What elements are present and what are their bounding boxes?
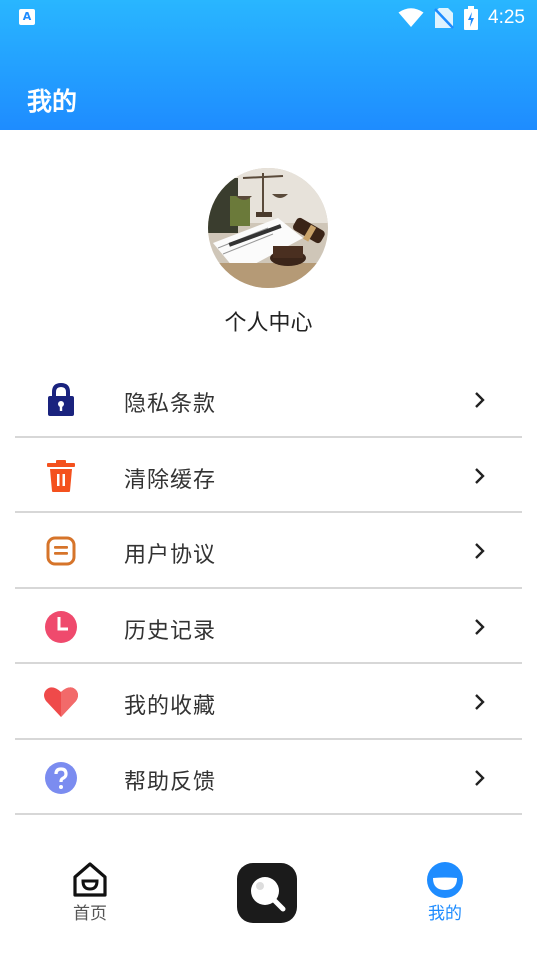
menu-item-label: 隐私条款 bbox=[124, 392, 217, 417]
status-bar: A 4:25 bbox=[0, 0, 537, 36]
menu-item-user-agreement[interactable]: 用户协议 bbox=[15, 513, 522, 589]
chevron-right-icon bbox=[475, 694, 485, 710]
chevron-right-icon bbox=[475, 392, 485, 408]
search-button[interactable] bbox=[237, 863, 297, 923]
page-title: 我的 bbox=[27, 87, 78, 116]
app-header: A 4:25 我的 bbox=[0, 0, 537, 130]
menu-item-label: 我的收藏 bbox=[124, 694, 217, 719]
lock-icon bbox=[48, 382, 74, 416]
wifi-icon bbox=[398, 8, 424, 27]
chevron-right-icon bbox=[475, 543, 485, 559]
bottom-tab-bar: 首页 我的 bbox=[0, 845, 537, 954]
tab-mine-label: 我的 bbox=[428, 904, 462, 924]
menu-item-favorites[interactable]: 我的收藏 bbox=[15, 664, 522, 740]
menu-item-label: 清除缓存 bbox=[124, 467, 217, 493]
avatar[interactable] bbox=[208, 168, 328, 288]
trash-icon bbox=[47, 459, 75, 492]
search-icon bbox=[251, 877, 286, 912]
tab-mine[interactable]: 我的 bbox=[414, 861, 476, 924]
status-icons: 4:25 bbox=[398, 6, 525, 30]
profile-icon bbox=[427, 862, 463, 898]
avatar-image bbox=[208, 168, 328, 288]
menu-item-clear-cache[interactable]: 清除缓存 bbox=[15, 438, 522, 513]
chevron-right-icon bbox=[475, 467, 485, 484]
home-icon bbox=[73, 862, 107, 897]
menu-item-label: 帮助反馈 bbox=[124, 769, 217, 795]
status-time: 4:25 bbox=[488, 7, 525, 28]
settings-menu: 隐私条款 清除缓存 用户协议 历史记录 我的收藏 帮助反馈 bbox=[15, 362, 522, 815]
heart-icon bbox=[44, 687, 78, 717]
help-icon bbox=[45, 761, 77, 794]
chevron-right-icon bbox=[475, 769, 485, 786]
clock-icon bbox=[45, 610, 77, 643]
menu-item-history[interactable]: 历史记录 bbox=[15, 589, 522, 664]
app-notification-icon: A bbox=[19, 9, 35, 25]
tab-home-label: 首页 bbox=[73, 904, 107, 924]
menu-item-label: 用户协议 bbox=[124, 543, 217, 568]
tab-home[interactable]: 首页 bbox=[60, 861, 120, 924]
menu-item-label: 历史记录 bbox=[124, 618, 217, 644]
no-sim-icon bbox=[434, 8, 454, 29]
battery-icon bbox=[464, 6, 479, 30]
menu-item-privacy[interactable]: 隐私条款 bbox=[15, 362, 522, 438]
menu-item-help-feedback[interactable]: 帮助反馈 bbox=[15, 740, 522, 815]
profile-section: 个人中心 bbox=[0, 130, 537, 355]
chevron-right-icon bbox=[475, 618, 485, 635]
profile-name: 个人中心 bbox=[224, 311, 313, 336]
document-icon bbox=[46, 536, 76, 566]
